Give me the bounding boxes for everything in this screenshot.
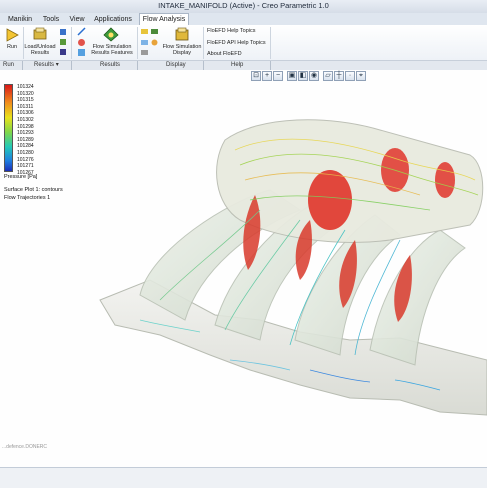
legend-color-bar: [4, 84, 13, 172]
zoom-refit-icon[interactable]: ⊡: [251, 71, 261, 81]
display-small-icon-5[interactable]: [140, 48, 149, 57]
group-run-label: Run: [3, 62, 15, 68]
separator: [203, 27, 204, 59]
legend-value: 101324: [17, 84, 34, 90]
display-style-icon[interactable]: ◧: [298, 71, 308, 81]
separator: [270, 27, 271, 59]
separator: [270, 61, 271, 70]
display-small-icon-3[interactable]: [140, 38, 149, 47]
tab-tools[interactable]: Tools: [38, 14, 64, 25]
flow-simulation-display-button[interactable]: Flow Simulation Display: [160, 44, 204, 56]
zoom-out-icon[interactable]: −: [273, 71, 283, 81]
flow-trajectories-caption: Flow Trajectories 1: [4, 195, 51, 201]
legend-value: 101280: [17, 150, 34, 156]
datum-planes-icon[interactable]: ▱: [323, 71, 333, 81]
run-button-label[interactable]: Run: [2, 44, 22, 50]
legend-value: 101306: [17, 110, 34, 117]
legend-value: 101311: [17, 103, 34, 110]
surface-plot-caption: Surface Plot 1: contours: [4, 187, 63, 193]
flow-simulation-display-icon[interactable]: [174, 27, 190, 42]
display-small-icon-1[interactable]: [140, 27, 149, 36]
results-small-icon-3[interactable]: [59, 48, 67, 56]
graphics-viewport[interactable]: [0, 70, 487, 467]
load-unload-results-icon[interactable]: [33, 27, 47, 41]
legend-value: 101289: [17, 136, 34, 143]
legend-value: 101293: [17, 130, 34, 137]
group-results-label: Results: [100, 62, 121, 68]
datum-axes-icon[interactable]: ┼: [334, 71, 344, 81]
run-icon[interactable]: [5, 28, 19, 42]
separator: [22, 61, 23, 70]
status-bar: [0, 467, 487, 488]
floefd-help-topics-link[interactable]: FloEFD Help Topics: [207, 28, 256, 34]
tab-view[interactable]: View: [66, 14, 88, 25]
legend-value: 101276: [17, 156, 34, 163]
separator: [71, 61, 72, 70]
results-menu-label: Results: [34, 62, 55, 68]
group-display-label: Display: [166, 62, 186, 68]
legend-value: 101298: [17, 123, 34, 130]
flow-simulation-results-features-button[interactable]: Flow Simulation Results Features: [88, 44, 136, 56]
legend-value: 101302: [17, 117, 34, 123]
tab-manikin[interactable]: Manikin: [4, 14, 36, 25]
repaint-icon[interactable]: ▣: [287, 71, 297, 81]
surface-plot-icon[interactable]: [77, 38, 86, 47]
display-small-icon-2[interactable]: [150, 27, 159, 36]
separator: [203, 61, 204, 70]
legend-value: 101315: [17, 97, 34, 104]
results-features-label-line2: Results Features: [91, 50, 133, 56]
legend-value: 101271: [17, 163, 34, 170]
title-bar: INTAKE_MANIFOLD (Active) - Creo Parametr…: [0, 0, 487, 14]
manifold-model-render: [99, 119, 487, 416]
dropdown-arrow-icon: ▾: [55, 62, 59, 68]
results-small-icon-1[interactable]: [59, 28, 67, 36]
isosurface-icon[interactable]: [77, 48, 86, 57]
group-help-label: Help: [231, 62, 244, 68]
results-small-icon-2[interactable]: [59, 38, 67, 46]
separator: [71, 27, 72, 59]
legend-value: 101284: [17, 143, 34, 150]
zoom-in-icon[interactable]: +: [262, 71, 272, 81]
legend-value: 101320: [17, 90, 34, 97]
flow-simulation-results-features-icon[interactable]: [103, 27, 119, 42]
floefd-api-help-topics-link[interactable]: FloEFD API Help Topics: [207, 40, 266, 46]
legend-unit-label: Pressure [Pa]: [4, 174, 38, 180]
load-unload-results-button[interactable]: Load/Unload Results: [22, 44, 58, 56]
display-label-line2: Display: [172, 50, 192, 56]
display-small-icon-4[interactable]: [150, 38, 159, 47]
window-title: INTAKE_MANIFOLD (Active) - Creo Parametr…: [158, 1, 329, 10]
saved-views-icon[interactable]: ◉: [309, 71, 319, 81]
cut-plot-icon[interactable]: [77, 27, 86, 36]
tab-applications[interactable]: Applications: [90, 14, 136, 25]
csys-icon[interactable]: ⌖: [356, 71, 366, 81]
datum-points-icon[interactable]: ·: [345, 71, 355, 81]
separator: [137, 27, 138, 59]
about-floefd-link[interactable]: About FloEFD: [207, 51, 242, 57]
separator: [137, 61, 138, 70]
load-unload-label-line2: Results: [30, 50, 50, 56]
watermark-text: ...defence.DONERC: [2, 444, 48, 450]
results-menu-dropdown[interactable]: Results ▾: [34, 62, 59, 69]
